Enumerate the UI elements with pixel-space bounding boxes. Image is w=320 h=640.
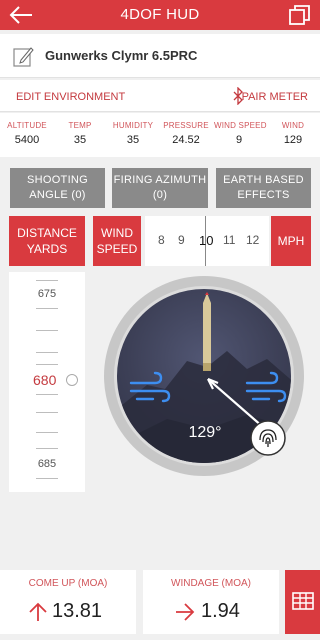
edit-pencil-icon[interactable] [12, 46, 34, 68]
windage-card: WINDAGE (MOA) 1.94 [143, 570, 279, 634]
up-arrow-icon [29, 602, 47, 621]
env-altitude: ALTITUDE 5400 [4, 121, 50, 146]
table-icon [292, 592, 314, 610]
env-value: 35 [126, 134, 140, 146]
come-up-label: COME UP (MOA) [28, 578, 108, 589]
scale-line [36, 412, 58, 413]
env-value: 129 [283, 134, 303, 146]
fingerprint-icon[interactable] [250, 420, 286, 456]
env-value: 5400 [14, 134, 40, 146]
env-humidity: HUMIDITY 35 [111, 121, 155, 146]
come-up-value: 13.81 [52, 600, 103, 622]
wind-speed-selector[interactable]: 8 9 10 11 12 [145, 216, 269, 266]
env-label: TEMP [68, 121, 92, 130]
env-label: WIND [281, 121, 305, 130]
env-value: 35 [73, 134, 87, 146]
come-up-card: COME UP (MOA) 13.81 [0, 570, 136, 634]
wind-speed-button[interactable]: WIND SPEED [93, 216, 141, 266]
wind-angle-value: 129° [188, 424, 222, 441]
wind-speed-option[interactable]: 11 [223, 233, 235, 247]
scale-line [36, 352, 58, 353]
windage-label: WINDAGE (MOA) [171, 578, 251, 589]
scale-line [36, 308, 58, 309]
table-button[interactable] [285, 570, 320, 634]
scale-line [36, 432, 58, 433]
env-wind: WIND 129 [272, 121, 314, 146]
env-wind-speed: WIND SPEED 9 [214, 121, 267, 146]
mph-unit-button[interactable]: MPH [271, 216, 311, 266]
scale-line [36, 330, 58, 331]
firing-azimuth-button[interactable]: FIRING AZIMUTH (0) [112, 168, 208, 208]
page-title: 4DOF HUD [120, 6, 200, 23]
environment-values: ALTITUDE 5400 TEMP 35 HUMIDITY 35 PRESSU… [0, 113, 320, 157]
scale-line [36, 394, 58, 395]
selected-distance[interactable]: 680 [33, 372, 56, 388]
env-label: WIND SPEED [214, 121, 267, 130]
wind-speed-option[interactable]: 12 [246, 233, 259, 247]
earth-effects-button[interactable]: EARTH BASED EFFECTS [216, 168, 311, 208]
env-label: ALTITUDE [7, 121, 47, 130]
env-temp: TEMP 35 [60, 121, 100, 146]
env-label: HUMIDITY [112, 121, 154, 130]
right-arrow-icon [176, 603, 195, 621]
copy-icon[interactable] [288, 3, 312, 27]
scale-line [36, 364, 58, 365]
distance-value: 685 [37, 458, 57, 470]
env-value: 24.52 [172, 134, 200, 146]
env-pressure: PRESSURE 24.52 [163, 121, 209, 146]
top-bar: 4DOF HUD [0, 0, 320, 30]
wind-speed-option-selected[interactable]: 10 [199, 233, 213, 248]
pair-meter-button[interactable]: PAIR METER [242, 91, 308, 103]
shooting-angle-button[interactable]: SHOOTING ANGLE (0) [10, 168, 105, 208]
rifle-profile-row[interactable]: Gunwerks Clymr 6.5PRC [0, 34, 320, 78]
wind-speed-option[interactable]: 8 [158, 233, 165, 247]
scale-line [36, 448, 58, 449]
env-value: 9 [235, 134, 243, 146]
distance-scroller[interactable]: 675 680 685 [9, 272, 85, 492]
environment-bar: EDIT ENVIRONMENT PAIR METER [0, 80, 320, 112]
scale-line [36, 478, 58, 479]
scale-line [36, 280, 58, 281]
distance-value: 675 [37, 288, 57, 300]
windage-value: 1.94 [201, 600, 240, 622]
lock-icon[interactable] [66, 374, 78, 386]
env-label: PRESSURE [163, 121, 209, 130]
wind-speed-option[interactable]: 9 [178, 233, 185, 247]
edit-environment-button[interactable]: EDIT ENVIRONMENT [16, 91, 125, 103]
distance-yards-button[interactable]: DISTANCE YARDS [9, 216, 85, 266]
profile-name: Gunwerks Clymr 6.5PRC [45, 48, 198, 63]
